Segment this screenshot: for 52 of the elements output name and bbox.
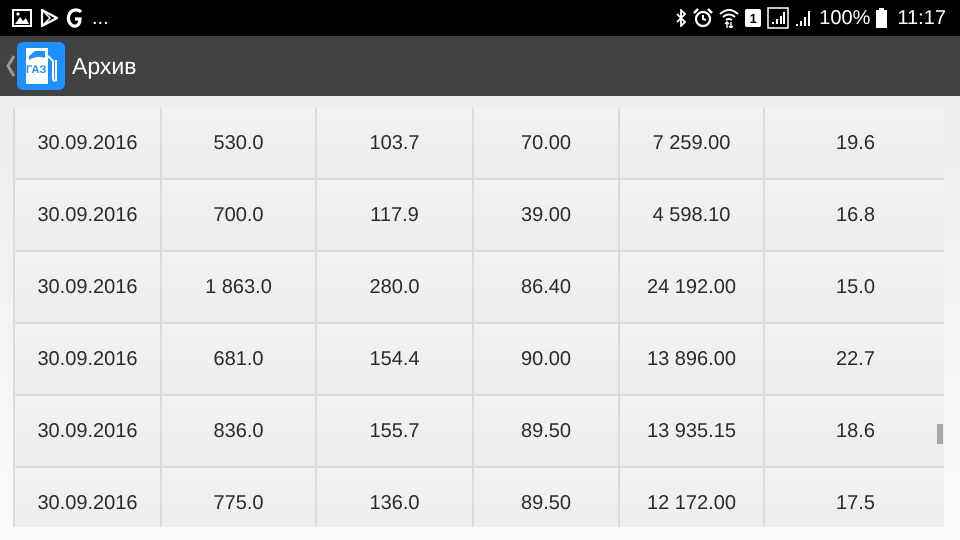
table-cell: 836.0 [162, 396, 315, 466]
table-cell: 90.00 [474, 324, 618, 394]
sim-icon: 1 [745, 9, 762, 27]
clock: 11:17 [897, 6, 946, 30]
table-cell: 86.40 [474, 252, 618, 322]
screen-title: Архив [72, 52, 136, 80]
table-cell: 155.7 [317, 396, 472, 466]
table-cell: 19.6 [765, 108, 944, 178]
table-cell: 89.50 [474, 396, 618, 466]
table-cell: 16.8 [765, 180, 944, 250]
table-cell: 70.00 [474, 108, 618, 178]
table-cell: 700.0 [162, 180, 315, 250]
battery-percentage: 100% [819, 6, 870, 30]
table-cell: 22.7 [765, 324, 944, 394]
table-cell: 681.0 [162, 324, 315, 394]
table-cell: 30.09.2016 [15, 252, 160, 322]
table-cell: 15.0 [765, 252, 944, 322]
table-cell: 30.09.2016 [15, 108, 160, 178]
table-cell: 775.0 [162, 468, 315, 527]
app-logo-label: ГАЗ [26, 64, 46, 76]
table-cell: 12 172.00 [620, 468, 763, 527]
table-cell: 30.09.2016 [15, 468, 160, 527]
table-cell: 1 863.0 [162, 252, 315, 322]
table-cell: 17.5 [765, 468, 944, 527]
table-cell: 280.0 [317, 252, 472, 322]
bluetooth-icon [675, 9, 688, 27]
table-cell: 30.09.2016 [15, 396, 160, 466]
table-cell: 30.09.2016 [15, 324, 160, 394]
back-chevron-icon [6, 55, 15, 77]
table-cell: 117.9 [317, 180, 472, 250]
table-cell: 13 935.15 [620, 396, 763, 466]
table-cell: 4 598.10 [620, 180, 763, 250]
scrollbar-thumb[interactable] [937, 424, 943, 444]
table-cell: 39.00 [474, 180, 618, 250]
battery-icon [876, 8, 888, 28]
table-cell: 24 192.00 [620, 252, 763, 322]
g-logo-icon [66, 8, 84, 28]
signal-icon [767, 7, 790, 29]
table-cell: 13 896.00 [620, 324, 763, 394]
overflow-indicator: ... [92, 6, 109, 30]
table-cell: 89.50 [474, 468, 618, 527]
table-cell: 7 259.00 [620, 108, 763, 178]
play-store-icon [40, 9, 58, 27]
wifi-icon [719, 8, 740, 28]
table-cell: 30.09.2016 [15, 180, 160, 250]
table-cell: 18.6 [765, 396, 944, 466]
table-cell: 154.4 [317, 324, 472, 394]
alarm-icon [693, 8, 714, 28]
table-cell: 530.0 [162, 108, 315, 178]
table-cell: 103.7 [317, 108, 472, 178]
table-cell: 136.0 [317, 468, 472, 527]
image-icon [12, 9, 32, 27]
